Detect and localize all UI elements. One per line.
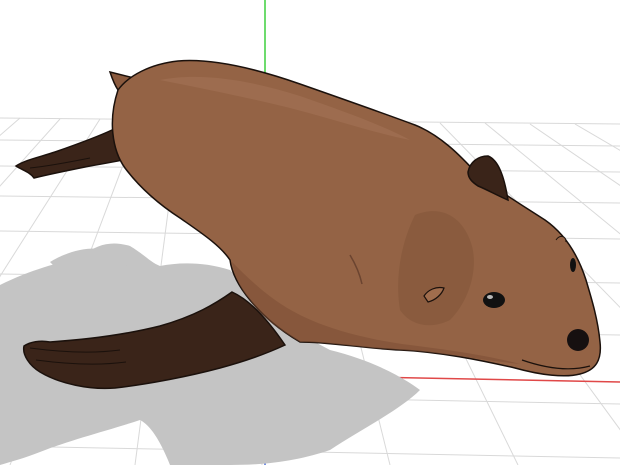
3d-viewport[interactable] bbox=[0, 0, 620, 465]
eye bbox=[483, 292, 505, 308]
eye-highlight bbox=[487, 295, 493, 299]
nose bbox=[567, 329, 589, 351]
far-eye bbox=[570, 258, 576, 272]
scene-canvas bbox=[0, 0, 620, 465]
ground-shadow-flipper bbox=[50, 248, 127, 275]
